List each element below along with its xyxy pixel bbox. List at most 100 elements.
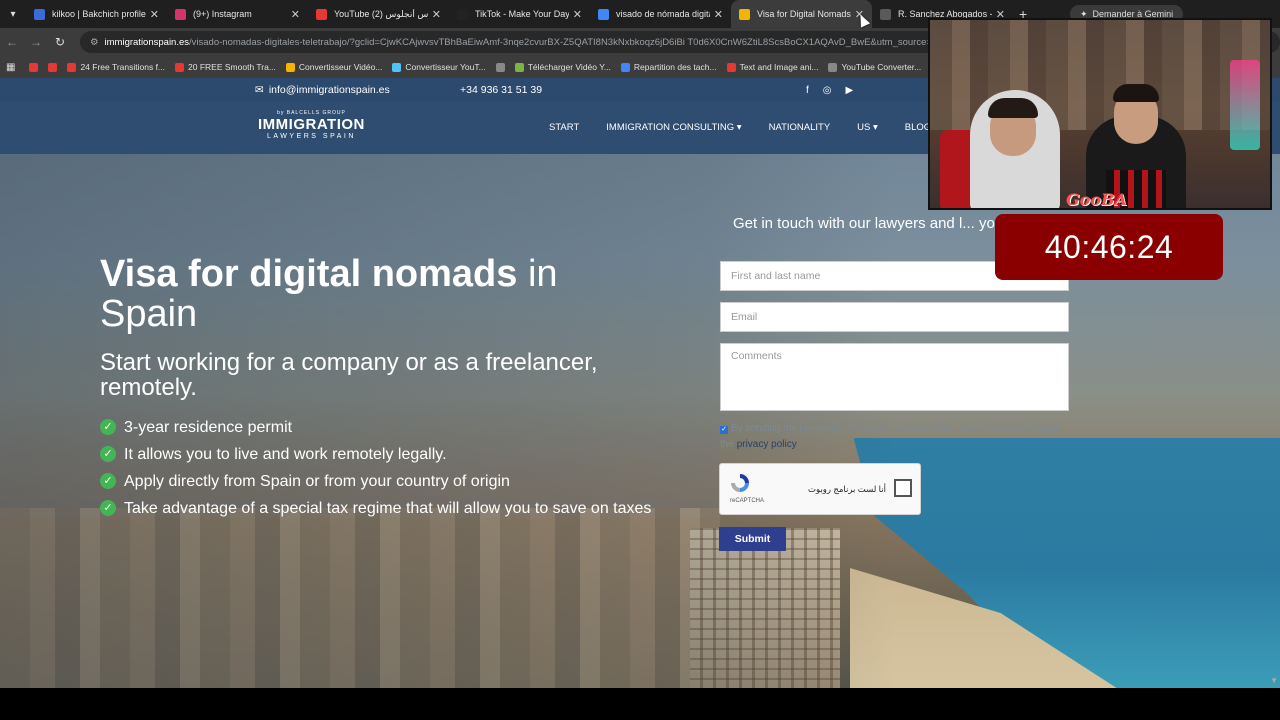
browser-tab[interactable]: YouTube لوس أنجلوس (2) ✕ — [308, 0, 449, 28]
url-host: immigrationspain.es — [104, 36, 190, 48]
browser-tab[interactable]: Visa for Digital Nomads a ✕ — [731, 0, 872, 28]
browser-tab[interactable]: kilkoo | Bakchich profile | I ✕ — [26, 0, 167, 28]
bookmark-favicon-icon — [620, 62, 630, 72]
menu-item[interactable]: NATIONALITY — [769, 122, 831, 133]
tab-close-icon[interactable]: ✕ — [573, 8, 582, 21]
youtube-icon[interactable]: ▶ — [846, 85, 854, 96]
bookmark-label: Convertisseur YouT... — [405, 62, 486, 72]
recaptcha-label: أنا لست برنامج روبوت — [808, 484, 886, 494]
tab-favicon-icon — [34, 8, 45, 20]
email-link[interactable]: ✉ info@immigrationspain.es — [255, 84, 390, 96]
tab-title: TikTok - Make Your Day — [475, 9, 569, 19]
apps-grid-icon[interactable]: ▦ — [6, 62, 15, 73]
check-icon: ✓ — [100, 419, 116, 435]
bookmark-favicon-icon — [392, 62, 402, 72]
instagram-icon[interactable]: ◎ — [823, 85, 832, 96]
tab-favicon-icon — [175, 8, 186, 20]
bookmark-item[interactable]: Convertisseur Vidéo... — [285, 62, 382, 72]
bookmark-favicon-icon — [67, 62, 77, 72]
forward-icon[interactable]: → — [24, 35, 48, 49]
tab-title: visado de nómada digital — [616, 9, 710, 19]
bookmark-item[interactable]: Télécharger Vidéo Y... — [514, 62, 611, 72]
check-icon: ✓ — [100, 473, 116, 489]
tab-close-icon[interactable]: ✕ — [291, 8, 300, 21]
browser-tab[interactable]: visado de nómada digital ✕ — [590, 0, 731, 28]
countdown-timer: 40:46:24 — [995, 214, 1223, 280]
bookmark-favicon-icon — [726, 62, 736, 72]
bookmark-item[interactable]: 20 FREE Smooth Tra... — [175, 62, 276, 72]
bookmark-favicon-icon — [48, 62, 58, 72]
logo-subtitle: LAWYERS SPAIN — [266, 133, 356, 140]
tab-favicon-icon — [880, 8, 891, 20]
site-info-icon[interactable]: ⚙ — [90, 37, 99, 48]
bookmark-favicon-icon — [29, 62, 39, 72]
bookmark-label: 20 FREE Smooth Tra... — [188, 62, 276, 72]
person-left-hair — [988, 98, 1038, 118]
led-light — [1230, 60, 1260, 150]
privacy-policy-link[interactable]: privacy policy — [737, 439, 797, 450]
tab-favicon-icon — [598, 8, 609, 20]
menu-item[interactable]: IMMIGRATION CONSULTING ▾ — [606, 122, 741, 133]
tab-title: Visa for Digital Nomads a — [757, 9, 851, 19]
comments-field[interactable]: Comments — [720, 343, 1069, 411]
main-menu: START IMMIGRATION CONSULTING ▾ NATIONALITY… — [549, 122, 958, 133]
bookmark-item[interactable]: YouTube Converter... — [828, 62, 921, 72]
benefit-item: ✓ Apply directly from Spain or from your … — [100, 470, 680, 493]
url-path: /visado-nomadas-digitales-teletrabajo/?g… — [189, 36, 961, 48]
bookmark-favicon-icon — [175, 62, 185, 72]
bookmark-item[interactable] — [29, 62, 39, 72]
tab-favicon-icon — [316, 8, 327, 20]
submit-button[interactable]: Submit — [719, 527, 786, 551]
tab-close-icon[interactable]: ✕ — [150, 8, 159, 21]
streamer-signature: GooBA — [1066, 190, 1127, 209]
bookmark-item[interactable]: 24 Free Transitions f... — [67, 62, 165, 72]
tab-search-icon[interactable]: ▾ — [0, 0, 26, 28]
check-icon: ✓ — [100, 500, 116, 516]
bookmark-favicon-icon — [495, 62, 505, 72]
recaptcha-widget: reCAPTCHA أنا لست برنامج روبوت — [719, 463, 921, 515]
check-icon: ✓ — [100, 446, 116, 462]
browser-tab[interactable]: (9+) Instagram ✕ — [167, 0, 308, 28]
recaptcha-brand: reCAPTCHA — [730, 498, 765, 504]
title-bold: Visa for digital nomads — [100, 253, 518, 295]
browser-tab[interactable]: TikTok - Make Your Day ✕ — [449, 0, 590, 28]
benefit-text: 3-year residence permit — [124, 419, 293, 436]
tab-title: (9+) Instagram — [193, 9, 252, 19]
menu-item[interactable]: US ▾ — [857, 122, 878, 133]
reload-icon[interactable]: ↻ — [48, 35, 72, 49]
social-links: f ◎ ▶ — [806, 85, 853, 96]
tab-favicon-icon — [457, 8, 468, 20]
page-subtitle: Start working for a company or as a free… — [100, 349, 598, 401]
site-logo[interactable]: by BALCELLS GROUP IMMIGRATION LAWYERS SP… — [258, 110, 365, 140]
benefit-text: Apply directly from Spain or from your c… — [124, 473, 510, 490]
bookmark-item[interactable] — [48, 62, 58, 72]
email-field[interactable]: Email — [720, 302, 1069, 332]
recaptcha-icon — [731, 474, 749, 492]
phone-link[interactable]: +34 936 31 51 39 — [460, 84, 542, 96]
recaptcha-checkbox[interactable] — [894, 479, 912, 497]
benefit-item: ✓ 3-year residence permit — [100, 416, 680, 439]
tab-close-icon[interactable]: ✕ — [714, 8, 723, 21]
benefit-item: ✓ Take advantage of a special tax regime … — [100, 497, 680, 520]
bookmark-label: 24 Free Transitions f... — [80, 62, 166, 72]
back-icon[interactable]: ← — [0, 35, 24, 49]
page-title: Visa for digital nomads in Spain — [100, 254, 660, 334]
benefits-list: ✓ 3-year residence permit ✓ It allows you t… — [100, 416, 680, 524]
webcam-overlay: GooBA — [928, 18, 1272, 210]
facebook-icon[interactable]: f — [806, 85, 809, 96]
bookmark-label: YouTube Converter... — [841, 62, 922, 72]
bookmark-favicon-icon — [828, 62, 838, 72]
tab-title: YouTube لوس أنجلوس (2) — [334, 8, 428, 19]
tab-close-icon[interactable]: ✕ — [432, 8, 441, 21]
benefit-text: Take advantage of a special tax regime t… — [124, 500, 652, 517]
bookmark-item[interactable]: Convertisseur YouT... — [392, 62, 486, 72]
mail-icon: ✉ — [255, 84, 264, 96]
menu-item[interactable]: START — [549, 122, 579, 133]
scroll-down-icon[interactable]: ▼ — [1270, 676, 1278, 685]
bookmark-item[interactable]: Repartition des tach... — [620, 62, 717, 72]
consent-checkbox[interactable]: ✓ — [720, 426, 728, 434]
email-text: info@immigrationspain.es — [268, 84, 390, 96]
bookmark-item[interactable]: Text and Image ani... — [726, 62, 818, 72]
tab-title: kilkoo | Bakchich profile | I — [52, 9, 146, 19]
bookmark-item[interactable] — [495, 62, 505, 72]
